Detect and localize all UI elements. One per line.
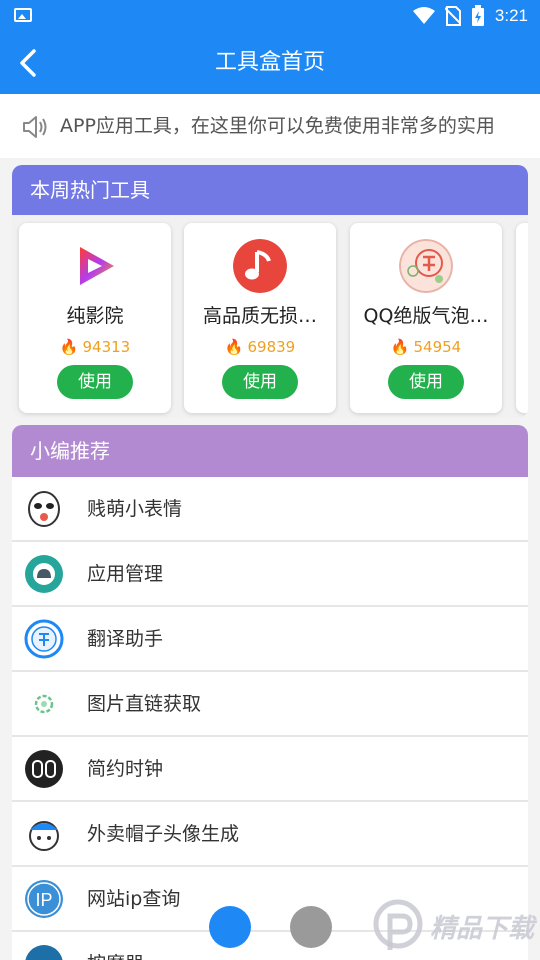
speaker-icon <box>23 116 47 138</box>
status-indicators: 3:21 <box>412 5 528 27</box>
list-item-label: 图片直链获取 <box>87 693 202 715</box>
heat-count: 🔥 69839 <box>224 338 296 356</box>
heat-count: 🔥 94313 <box>59 338 131 356</box>
list-item[interactable]: 图片直链获取 <box>12 672 528 737</box>
page-dot[interactable] <box>290 906 332 948</box>
recommend-title: 小编推荐 <box>12 425 528 477</box>
massager-icon <box>25 945 63 960</box>
list-item[interactable]: 外卖帽子头像生成 <box>12 802 528 867</box>
bubble-app-icon <box>399 239 453 293</box>
chevron-left-icon <box>20 49 36 77</box>
no-sim-icon <box>444 6 461 26</box>
flame-icon: 🔥 <box>224 338 244 356</box>
heat-count: 🔥 54954 <box>390 338 462 356</box>
image-notification-icon <box>14 8 32 22</box>
hot-tool-card-partial[interactable] <box>516 223 528 413</box>
hot-tool-card[interactable]: 高品质无损… 🔥 69839 使用 <box>184 223 336 413</box>
recommend-panel: 小编推荐 贱萌小表情 应用管理 翻译助手 图片直链获取 简约时钟 外卖帽子头像生… <box>12 425 528 960</box>
list-item-label: 按摩器 <box>87 932 144 960</box>
page-dot-active[interactable] <box>209 906 251 948</box>
translate-icon <box>24 619 64 659</box>
list-item[interactable]: 简约时钟 <box>12 737 528 802</box>
notice-bar: APP应用工具，在这里你可以免费使用非常多的实用 <box>0 94 540 158</box>
list-item-label: 外卖帽子头像生成 <box>87 823 240 845</box>
avatar-hat-icon <box>29 821 59 851</box>
list-item[interactable]: 翻译助手 <box>12 607 528 672</box>
hot-tool-card[interactable]: 纯影院 🔥 94313 使用 <box>19 223 171 413</box>
hot-tool-name: QQ绝版气泡… <box>363 305 489 327</box>
list-item-label: 简约时钟 <box>87 758 164 780</box>
watermark-logo: 精品下载 <box>372 898 537 956</box>
android-manager-icon <box>25 555 63 593</box>
flame-icon: 🔥 <box>390 338 410 356</box>
list-item[interactable]: 贱萌小表情 <box>12 477 528 542</box>
battery-charging-icon <box>471 5 484 26</box>
wifi-icon <box>412 7 435 24</box>
back-button[interactable] <box>10 45 46 81</box>
hot-tools-list[interactable]: 纯影院 🔥 94313 使用 高品质无损… 🔥 69839 使用 QQ绝版气泡…… <box>12 215 528 418</box>
music-note-app-icon <box>233 239 287 293</box>
status-bar: 3:21 <box>0 0 540 32</box>
svg-text:IP: IP <box>35 890 52 910</box>
use-button[interactable]: 使用 <box>388 365 464 399</box>
hot-tool-card[interactable]: QQ绝版气泡… 🔥 54954 使用 <box>350 223 502 413</box>
use-button[interactable]: 使用 <box>57 365 133 399</box>
list-item-label: 网站ip查询 <box>87 888 181 910</box>
notice-text: APP应用工具，在这里你可以免费使用非常多的实用 <box>60 115 495 137</box>
cute-face-icon <box>28 491 60 527</box>
image-link-icon <box>34 694 54 714</box>
hot-tools-title: 本周热门工具 <box>12 165 528 215</box>
watermark-p-icon <box>373 899 423 950</box>
hot-tool-name: 纯影院 <box>66 305 124 327</box>
flame-icon: 🔥 <box>59 338 79 356</box>
list-item[interactable]: 应用管理 <box>12 542 528 607</box>
video-play-app-icon <box>80 247 114 285</box>
ip-lookup-icon: IP <box>25 880 63 918</box>
list-item-label: 应用管理 <box>87 563 164 585</box>
use-button[interactable]: 使用 <box>222 365 298 399</box>
list-item-label: 翻译助手 <box>87 628 164 650</box>
list-item-label: 贱萌小表情 <box>87 498 183 520</box>
hot-tools-panel: 本周热门工具 纯影院 🔥94313 使用 高品质无损… 🔥69839 使用 <box>12 165 528 418</box>
page-title: 工具盒首页 <box>214 50 325 75</box>
clock-icon <box>25 750 63 788</box>
app-header: 工具盒首页 <box>0 32 540 94</box>
hot-tool-name: 高品质无损… <box>202 305 317 327</box>
status-time: 3:21 <box>494 6 528 25</box>
watermark-text: 精品下载 <box>430 914 535 944</box>
